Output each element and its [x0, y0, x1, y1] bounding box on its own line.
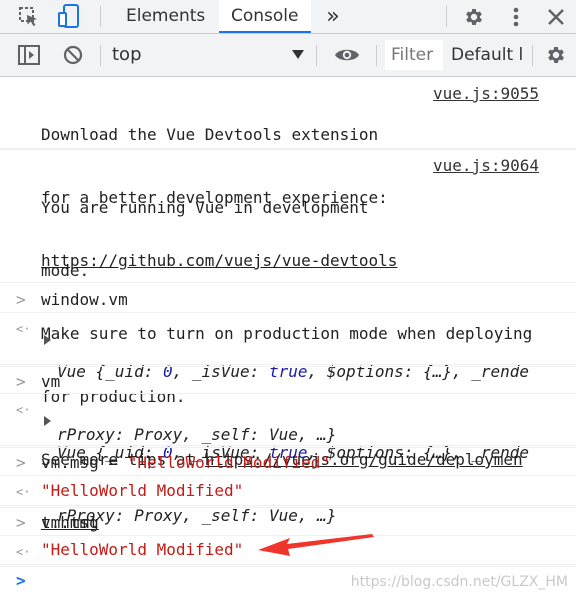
- source-link[interactable]: vue.js:9055: [433, 83, 539, 104]
- toolbar-divider: [376, 45, 377, 66]
- source-link[interactable]: vue.js:9064: [433, 155, 539, 176]
- log-levels-dropdown[interactable]: Default l: [451, 34, 527, 76]
- console-input-row: > vm: [0, 366, 576, 394]
- chevron-double-right-icon: »: [326, 4, 340, 29]
- result-icon: <·: [16, 545, 31, 559]
- live-expression-button[interactable]: [331, 34, 363, 76]
- input-text: vm: [41, 372, 61, 391]
- devtools-tab-bar: Elements Console »: [0, 0, 576, 34]
- input-text: vm.msg: [41, 513, 99, 532]
- console-result-row: <· Vue {_uid: 0, _isVue: true, $options:…: [0, 394, 576, 525]
- input-text: vm.msg = "HelloWorld Modified": [41, 453, 330, 472]
- toolbar-divider: [100, 45, 101, 66]
- result-icon: <·: [16, 485, 31, 499]
- result-icon: <·: [16, 322, 31, 336]
- clear-console-button[interactable]: [58, 34, 88, 76]
- console-input-row: > window.vm: [0, 285, 576, 313]
- prompt-icon: >: [16, 453, 26, 472]
- message-line: You are running Vue in development: [41, 198, 369, 217]
- device-toolbar-button[interactable]: [54, 0, 84, 33]
- result-icon: <·: [16, 403, 31, 417]
- prompt-icon: >: [16, 513, 26, 532]
- chevron-down-icon: [292, 50, 304, 59]
- console-input-row: > vm.msg = "HelloWorld Modified": [0, 447, 576, 476]
- kebab-menu-icon: [513, 7, 519, 26]
- prompt-icon: >: [16, 571, 26, 590]
- result-value: "HelloWorld Modified": [41, 540, 244, 559]
- expand-arrow-icon[interactable]: [44, 335, 51, 345]
- message-line: Download the Vue Devtools extension: [41, 125, 379, 144]
- input-text: window.vm: [41, 290, 128, 309]
- console-message: You are running Vue in development mode.…: [0, 149, 576, 532]
- log-levels-label: Default l: [451, 45, 524, 65]
- message-line: mode.: [41, 261, 90, 280]
- console-toolbar: top Default l: [0, 34, 576, 77]
- context-selector-value: top: [112, 44, 142, 65]
- prompt-icon: >: [16, 290, 26, 309]
- inspect-element-button[interactable]: [14, 0, 44, 33]
- tab-console[interactable]: Console: [219, 0, 311, 33]
- more-options-button[interactable]: [503, 0, 529, 33]
- close-devtools-button[interactable]: [543, 0, 569, 33]
- toolbar-divider: [532, 45, 533, 66]
- toolbar-divider: [316, 45, 317, 66]
- toolbar-divider: [100, 6, 101, 27]
- context-selector[interactable]: top: [112, 34, 142, 76]
- sidebar-toggle-icon: [18, 45, 40, 65]
- close-icon: [548, 8, 564, 25]
- show-sidebar-button[interactable]: [14, 34, 44, 76]
- toolbar-divider: [446, 6, 447, 27]
- tab-console-label: Console: [231, 6, 299, 26]
- prompt-icon: >: [16, 372, 26, 391]
- result-value: "HelloWorld Modified": [41, 481, 244, 500]
- expand-arrow-icon[interactable]: [44, 416, 51, 426]
- more-tabs-button[interactable]: »: [318, 0, 348, 33]
- gear-icon: [548, 47, 564, 63]
- settings-button[interactable]: [459, 0, 489, 33]
- clear-console-icon: [63, 45, 83, 65]
- inspect-cursor-icon: [19, 6, 37, 26]
- annotation-arrow: [258, 534, 374, 556]
- console-result-row: <· Vue {_uid: 0, _isVue: true, $options:…: [0, 313, 576, 444]
- tab-elements[interactable]: Elements: [114, 0, 217, 33]
- console-message: Download the Vue Devtools extension for …: [0, 78, 576, 270]
- gear-icon: [466, 8, 482, 25]
- filter-input[interactable]: [385, 40, 443, 70]
- console-settings-button[interactable]: [541, 34, 571, 76]
- device-toggle-icon: [58, 3, 79, 28]
- watermark: https://blog.csdn.net/GLZX_HM: [350, 574, 568, 590]
- console-result-row: <· "HelloWorld Modified": [0, 476, 576, 506]
- eye-icon: [335, 49, 359, 61]
- tab-elements-label: Elements: [126, 6, 206, 26]
